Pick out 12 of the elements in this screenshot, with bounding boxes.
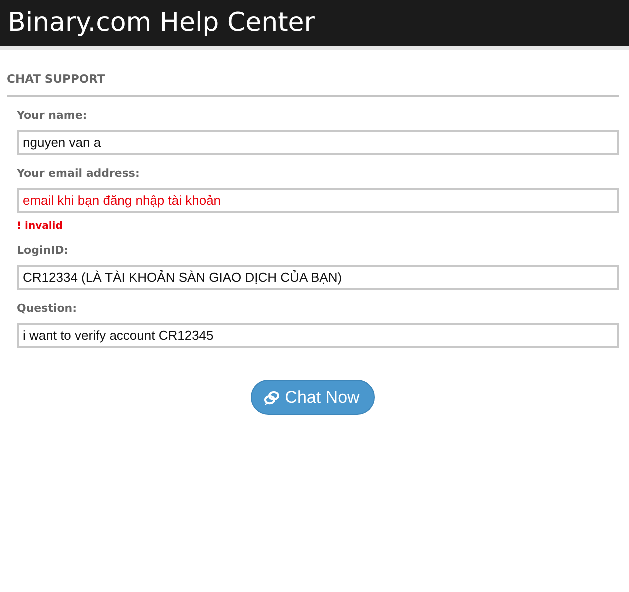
chat-bubbles-icon (264, 390, 280, 406)
site-title: Binary.com Help Center (8, 10, 315, 36)
input-field[interactable]: nguyen van a (17, 130, 619, 155)
input-field[interactable]: i want to verify account CR12345 (17, 323, 619, 348)
section-heading: CHAT SUPPORT (7, 72, 619, 97)
field-label: Your email address: (17, 167, 140, 180)
input-field[interactable]: email khi bạn đăng nhập tài khoản (17, 188, 619, 213)
field-label: Your name: (17, 109, 88, 122)
field-label: LoginID: (17, 244, 69, 257)
field-label: Question: (17, 302, 78, 315)
input-field[interactable]: CR12334 (LÀ TÀI KHOẢN SÀN GIAO DỊCH CỦA BẠN) (17, 265, 619, 290)
error-message: ! invalid (17, 221, 63, 232)
